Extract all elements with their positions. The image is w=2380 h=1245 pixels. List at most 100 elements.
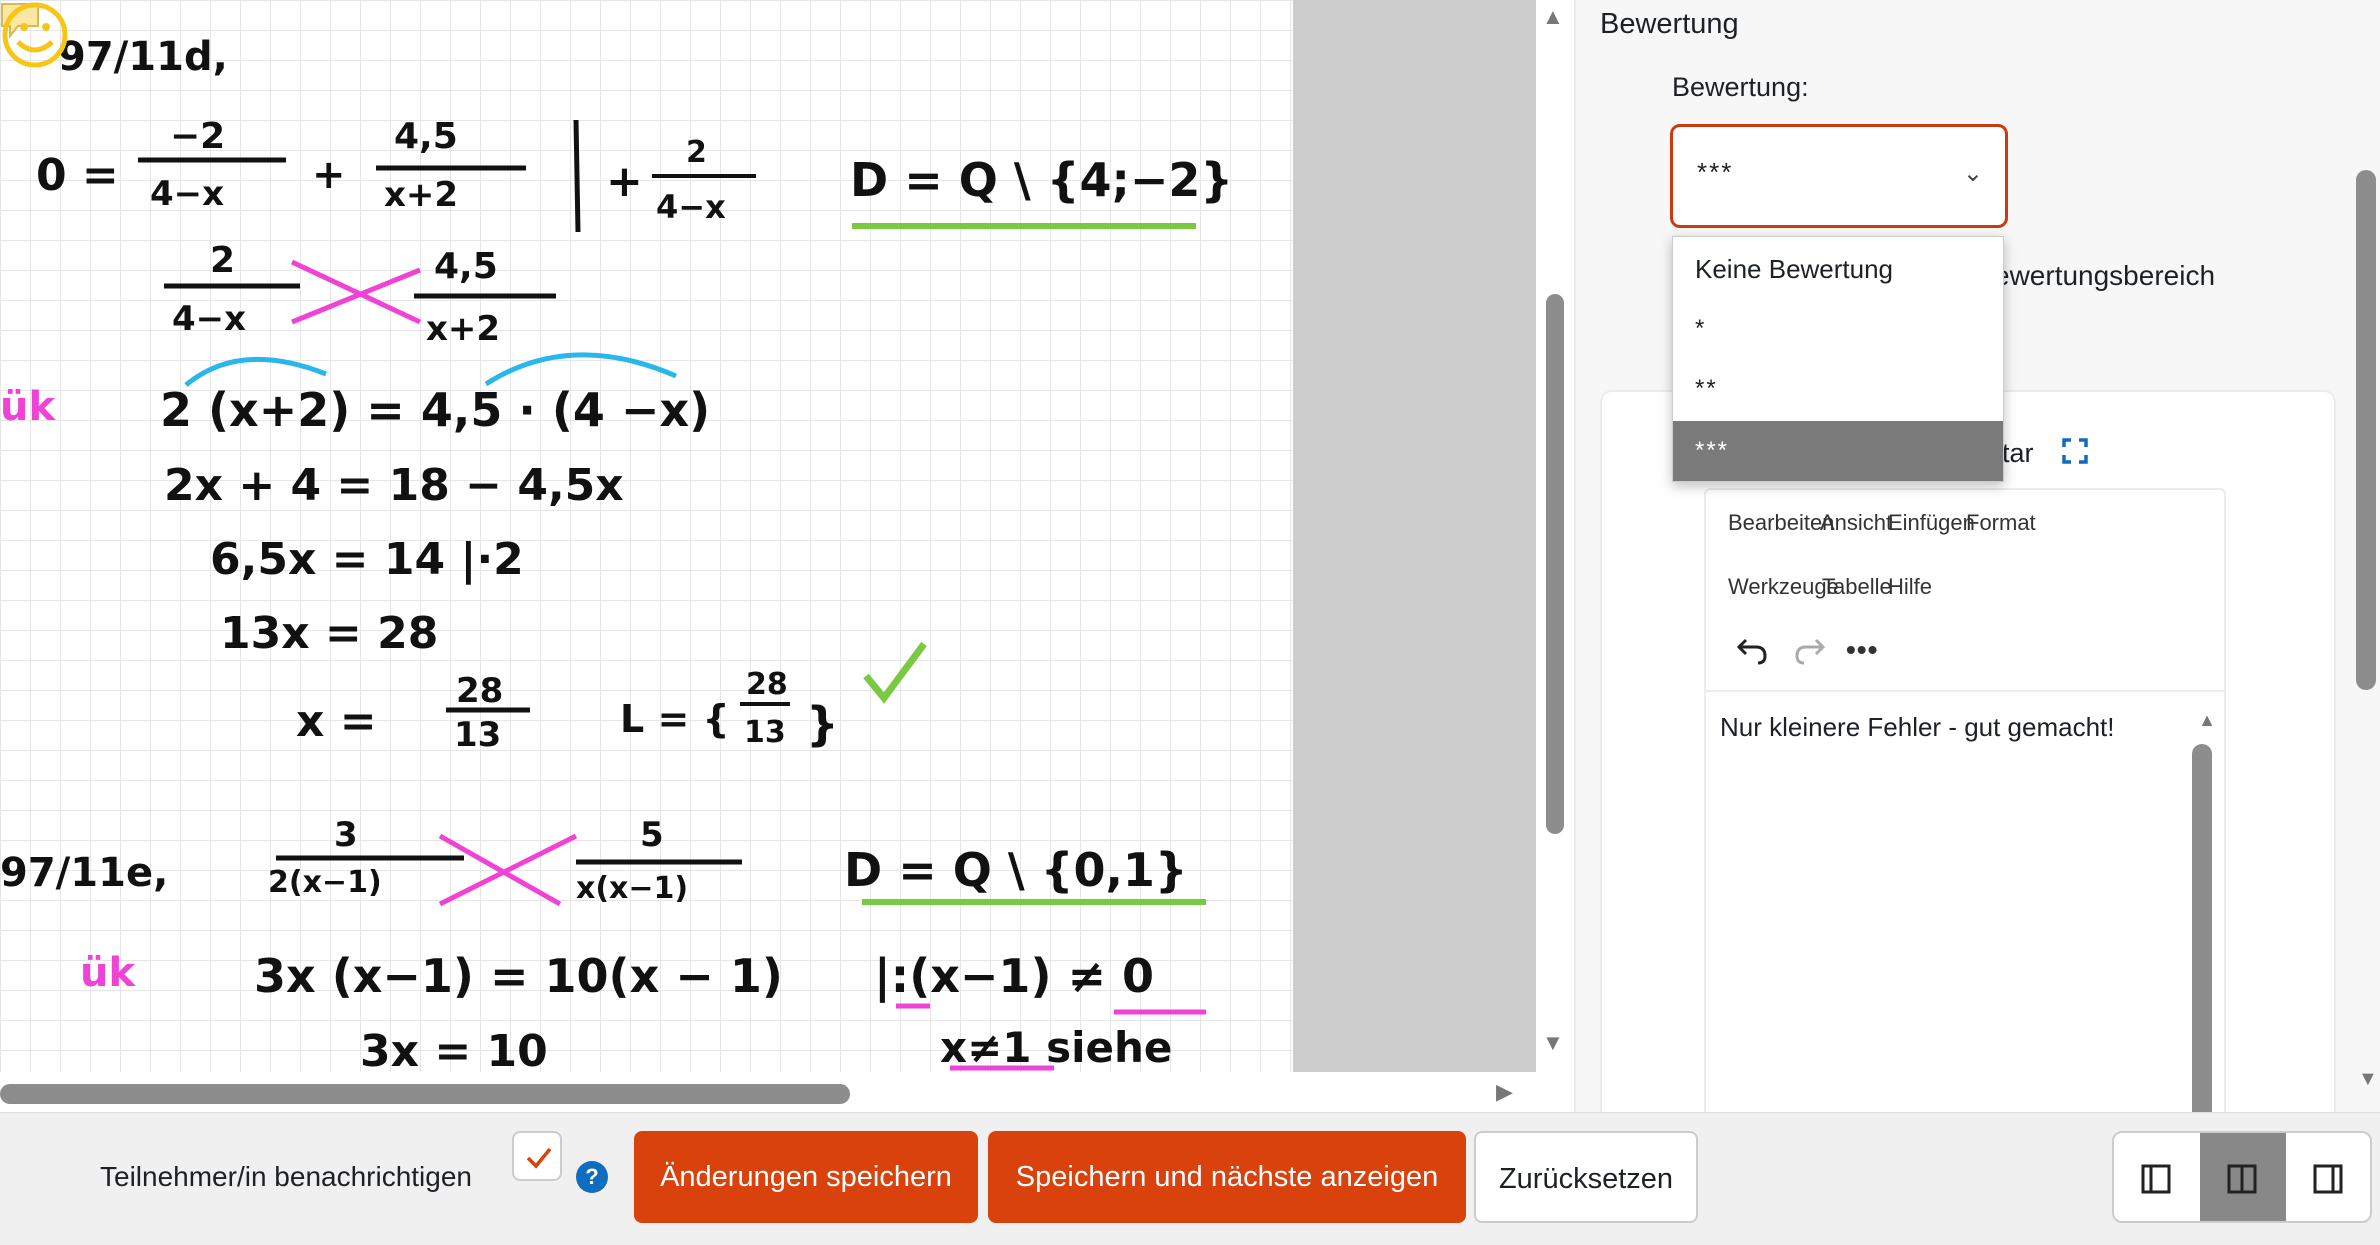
- fraction-numerator: 4,5: [394, 116, 458, 157]
- annotation-uk: ük: [0, 384, 56, 430]
- save-and-next-button[interactable]: Speichern und nächste anzeigen: [988, 1131, 1466, 1223]
- fraction-denominator: x+2: [384, 175, 458, 215]
- distribute-arrows: [184, 352, 677, 387]
- annotated-page[interactable]: 97/11d, 0 = −2 4−x + 4,5 x+2 + 2 4−x D =…: [0, 0, 1293, 1072]
- scrollbar-thumb[interactable]: [0, 1084, 850, 1104]
- layout-right-icon: [2313, 1164, 2343, 1194]
- grade-label: Bewertung:: [1672, 72, 1809, 102]
- fraction-numerator: −2: [170, 116, 225, 157]
- grade-option-3[interactable]: ***: [1673, 421, 2003, 481]
- panel-heading: Bewertung: [1600, 8, 1739, 40]
- equation-line: 6,5x = 14 |·2: [210, 534, 524, 585]
- menu-format[interactable]: Format: [1966, 510, 2036, 536]
- equation-line: 2 (x+2) = 4,5 · (4 −x): [160, 383, 710, 437]
- scroll-up-icon[interactable]: ▲: [1542, 4, 1564, 30]
- checkmark-icon: [863, 641, 927, 704]
- scroll-right-icon[interactable]: ▶: [1496, 1080, 1520, 1104]
- grade-option-2[interactable]: **: [1673, 359, 2003, 419]
- cross-multiply-arrows: [290, 259, 422, 325]
- vertical-scrollbar[interactable]: ▲ ▼: [1536, 0, 1574, 1112]
- grade-option-1[interactable]: *: [1673, 299, 2003, 359]
- annotation-uk: ük: [80, 950, 136, 996]
- menu-tabelle[interactable]: Tabelle: [1822, 574, 1892, 600]
- menu-bearbeiten[interactable]: Bearbeiten: [1728, 510, 1834, 536]
- grade-dropdown-list[interactable]: Keine Bewertung * ** ***: [1672, 236, 2004, 482]
- domain-definition: D = Q \ {4;−2}: [850, 153, 1233, 207]
- grading-range-text: ewertungsbereich: [1994, 260, 2216, 291]
- operation: +: [606, 156, 643, 207]
- redo-icon[interactable]: [1792, 632, 1828, 668]
- fraction-denominator: 4−x: [656, 188, 726, 226]
- menu-hilfe[interactable]: Hilfe: [1888, 574, 1932, 600]
- fraction-numerator: 28: [746, 667, 788, 702]
- layout-left-icon: [2141, 1164, 2171, 1194]
- footer-bar: Teilnehmer/in benachrichtigen ? Änderung…: [0, 1112, 2380, 1245]
- scrollbar-thumb[interactable]: [1546, 294, 1564, 834]
- grade-option-none[interactable]: Keine Bewertung: [1673, 239, 2003, 299]
- handwritten-note: x≠1 siehe: [940, 1023, 1172, 1072]
- cross-multiply-arrows: [438, 833, 578, 907]
- exercise-title: 97/11e,: [0, 850, 168, 896]
- operation: |:(x−1) ≠ 0: [874, 949, 1154, 1004]
- equation-line: 2x + 4 = 18 − 4,5x: [164, 460, 624, 511]
- more-icon[interactable]: •••: [1846, 634, 1878, 666]
- fraction-numerator: 28: [456, 671, 503, 711]
- feedback-card: tar Bearbeiten Ansicht Einfügen Format W…: [1600, 390, 2336, 1112]
- fraction-denominator: 2(x−1): [268, 865, 382, 900]
- fraction-denominator: 13: [454, 715, 501, 755]
- fraction-denominator: 4−x: [150, 174, 224, 214]
- layout-toggle: [2112, 1131, 2372, 1223]
- equation-lhs: x =: [296, 696, 377, 747]
- fraction-denominator: 13: [744, 715, 786, 750]
- fullscreen-icon[interactable]: [2060, 436, 2090, 466]
- solution-set: L = {: [620, 697, 730, 741]
- fraction-numerator: 4,5: [434, 246, 498, 287]
- equation-line: 13x = 28: [220, 608, 438, 659]
- chevron-down-icon: ⌄: [1962, 160, 1983, 187]
- domain-definition: D = Q \ {0,1}: [844, 843, 1188, 897]
- checkmark-icon: [526, 1147, 552, 1169]
- undo-icon[interactable]: [1734, 632, 1770, 668]
- layout-split-icon: [2227, 1164, 2257, 1194]
- reset-button[interactable]: Zurücksetzen: [1474, 1131, 1698, 1223]
- help-icon[interactable]: ?: [576, 1161, 608, 1193]
- rich-text-editor[interactable]: Bearbeiten Ansicht Einfügen Format Werkz…: [1704, 488, 2226, 1112]
- fraction-numerator: 5: [640, 815, 664, 855]
- scrollbar-thumb[interactable]: [2192, 744, 2212, 1112]
- menu-einfuegen[interactable]: Einfügen: [1888, 510, 1975, 536]
- exercise-title: 97/11d,: [58, 34, 228, 80]
- fraction-denominator: 4−x: [172, 299, 246, 339]
- scroll-down-icon[interactable]: ▼: [1542, 1030, 1564, 1056]
- fraction-numerator: 2: [686, 135, 707, 170]
- notify-checkbox[interactable]: [512, 1131, 562, 1181]
- editor-divider: [1706, 690, 2224, 692]
- layout-left-button[interactable]: [2114, 1133, 2200, 1221]
- fraction-numerator: 2: [210, 240, 235, 281]
- smiley-icon: [2, 2, 68, 68]
- scroll-down-icon[interactable]: ▼: [2358, 1068, 2378, 1091]
- feedback-label: tar: [2002, 438, 2034, 468]
- scrollbar-thumb[interactable]: [2356, 170, 2376, 690]
- operation-bar: [573, 119, 581, 233]
- save-changes-button[interactable]: Änderungen speichern: [634, 1131, 978, 1223]
- handwriting-layer: 97/11d, 0 = −2 4−x + 4,5 x+2 + 2 4−x D =…: [0, 34, 1233, 1072]
- fraction-denominator: x+2: [426, 309, 500, 349]
- grade-select-value: ***: [1697, 157, 1734, 187]
- grade-select[interactable]: *** ⌄: [1670, 124, 2008, 228]
- horizontal-scrollbar[interactable]: ▶: [0, 1072, 1536, 1112]
- document-viewer[interactable]: 97/11d, 0 = −2 4−x + 4,5 x+2 + 2 4−x D =…: [0, 0, 1536, 1112]
- layout-right-button[interactable]: [2286, 1133, 2370, 1221]
- equation-line: 3x = 10: [360, 1026, 548, 1072]
- layout-split-button[interactable]: [2200, 1133, 2286, 1221]
- solution-set-close: }: [806, 697, 839, 751]
- grading-panel: Bewertung Bewertung: *** ⌄ ewertungsbere…: [1576, 0, 2380, 1112]
- equation-lhs: 0 =: [36, 150, 119, 201]
- scroll-up-icon[interactable]: ▲: [2198, 710, 2216, 731]
- equation-line: 3x (x−1) = 10(x − 1): [254, 949, 783, 1003]
- notify-label: Teilnehmer/in benachrichtigen: [100, 1161, 472, 1192]
- fraction-denominator: x(x−1): [576, 871, 688, 906]
- menu-ansicht[interactable]: Ansicht: [1820, 510, 1892, 536]
- editor-content[interactable]: Nur kleinere Fehler - gut gemacht!: [1720, 712, 2115, 743]
- fraction-numerator: 3: [334, 815, 358, 855]
- plus-sign: +: [312, 152, 346, 198]
